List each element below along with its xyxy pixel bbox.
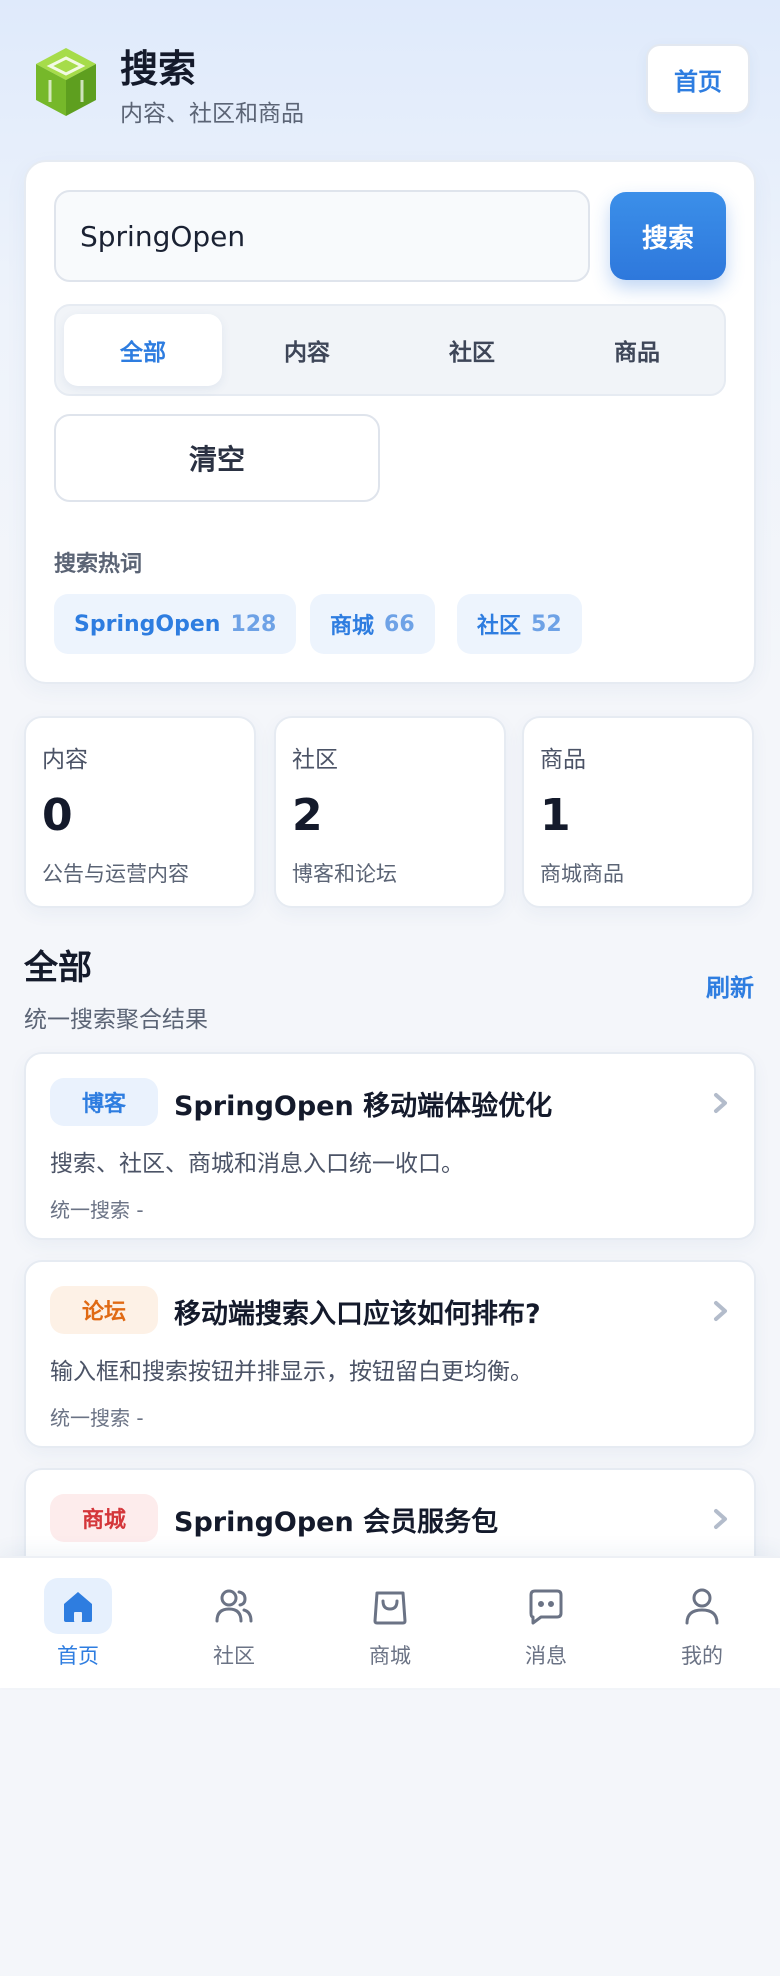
tab-community[interactable]: 社区 <box>393 314 551 386</box>
stat-label: 商品 <box>540 747 586 773</box>
message-icon <box>529 1589 563 1625</box>
tab-content[interactable]: 内容 <box>228 314 386 386</box>
stat-label: 内容 <box>42 747 88 773</box>
nav-item-profile[interactable]: 我的 <box>642 1578 762 1674</box>
cube-logo-icon <box>36 48 96 116</box>
result-meta: 统一搜索 - <box>50 1406 144 1430</box>
nav-label: 首页 <box>57 1644 99 1668</box>
chevron-right-icon <box>714 1093 727 1113</box>
stat-label: 社区 <box>292 747 338 773</box>
hot-word-label: 社区 <box>477 614 522 639</box>
page-content: 搜索 内容、社区和商品 首页 SpringOpen 搜索 全部 内容 社区 商品… <box>0 0 780 1690</box>
refresh-button[interactable]: 刷新 <box>706 968 754 1003</box>
result-card[interactable]: 博客 SpringOpen 移动端体验优化 搜索、社区、商城和消息入口统一收口。… <box>24 1052 756 1240</box>
nav-item-home[interactable]: 首页 <box>18 1578 138 1674</box>
nav-label: 商城 <box>369 1644 411 1668</box>
hot-word-count: 52 <box>531 611 562 637</box>
hot-word-chip[interactable]: 商城 66 <box>310 594 435 654</box>
section-subtitle: 统一搜索聚合结果 <box>24 1007 208 1033</box>
hot-word-label: SpringOpen <box>74 611 221 637</box>
hot-words-title: 搜索热词 <box>54 552 143 577</box>
nav-label: 社区 <box>213 1644 255 1668</box>
hot-word-chip[interactable]: SpringOpen 128 <box>54 594 297 654</box>
tab-products[interactable]: 商品 <box>558 314 716 386</box>
stat-value: 2 <box>292 790 323 841</box>
user-icon <box>685 1588 719 1625</box>
result-desc: 输入框和搜索按钮并排显示，按钮留白更均衡。 <box>50 1359 533 1385</box>
result-title: SpringOpen 移动端体验优化 <box>174 1091 553 1122</box>
page-title: 搜索 <box>120 47 197 91</box>
result-title: SpringOpen 会员服务包 <box>174 1507 499 1538</box>
result-title: 移动端搜索入口应该如何排布? <box>174 1299 541 1330</box>
stat-desc: 博客和论坛 <box>292 862 397 886</box>
section-title: 全部 <box>24 948 92 988</box>
search-input[interactable]: SpringOpen <box>54 190 590 282</box>
chevron-right-icon <box>714 1301 727 1321</box>
result-badge: 论坛 <box>50 1286 158 1334</box>
result-desc: 搜索、社区、商城和消息入口统一收口。 <box>50 1151 464 1177</box>
hot-word-chip[interactable]: 社区 52 <box>457 594 582 654</box>
result-card[interactable]: 论坛 移动端搜索入口应该如何排布? 输入框和搜索按钮并排显示，按钮留白更均衡。 … <box>24 1260 756 1448</box>
tab-all[interactable]: 全部 <box>64 314 222 386</box>
search-tabs: 全部 内容 社区 商品 <box>54 304 726 396</box>
search-card: SpringOpen 搜索 全部 内容 社区 商品 清空 搜索热词 Spring… <box>24 160 756 684</box>
page-subtitle: 内容、社区和商品 <box>120 101 304 127</box>
home-icon <box>64 1592 92 1622</box>
hot-word-count: 128 <box>230 611 277 637</box>
clear-button[interactable]: 清空 <box>54 414 380 502</box>
home-button[interactable]: 首页 <box>646 44 750 114</box>
bottom-nav: 首页 社区 商城 消息 我的 <box>0 1556 780 1688</box>
nav-item-messages[interactable]: 消息 <box>486 1578 606 1674</box>
stat-desc: 公告与运营内容 <box>42 862 189 886</box>
nav-label: 消息 <box>525 1644 567 1668</box>
users-icon <box>215 1589 253 1623</box>
nav-label: 我的 <box>681 1644 723 1668</box>
search-button[interactable]: 搜索 <box>610 192 726 280</box>
stat-value: 1 <box>540 790 571 841</box>
stat-card-products[interactable]: 商品 1 商城商品 <box>522 716 754 908</box>
result-meta: 统一搜索 - <box>50 1198 144 1222</box>
hot-word-label: 商城 <box>330 614 375 639</box>
shopping-bag-icon <box>373 1591 407 1625</box>
hot-word-count: 66 <box>384 611 415 637</box>
stat-card-content[interactable]: 内容 0 公告与运营内容 <box>24 716 256 908</box>
result-badge: 商城 <box>50 1494 158 1542</box>
nav-item-mall[interactable]: 商城 <box>330 1578 450 1674</box>
result-badge: 博客 <box>50 1078 158 1126</box>
stat-desc: 商城商品 <box>540 862 624 886</box>
stat-card-community[interactable]: 社区 2 博客和论坛 <box>274 716 506 908</box>
chevron-right-icon <box>714 1509 727 1529</box>
nav-item-community[interactable]: 社区 <box>174 1578 294 1674</box>
stat-value: 0 <box>42 790 73 841</box>
header: 搜索 内容、社区和商品 首页 <box>24 36 756 136</box>
